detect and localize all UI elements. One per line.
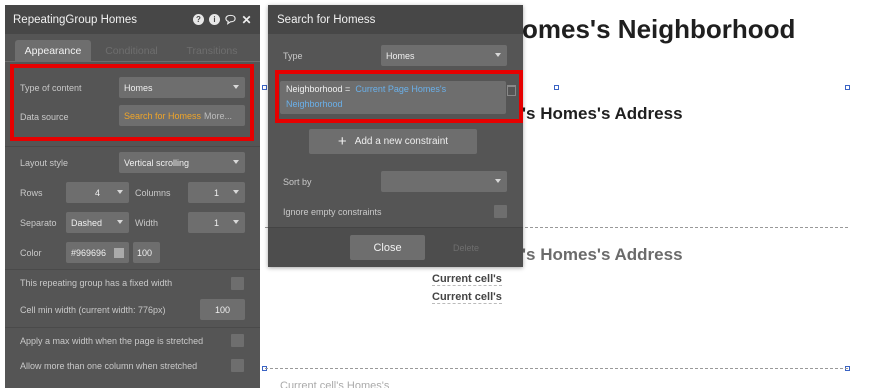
info-icon[interactable]: i [209,14,220,25]
divider [5,146,260,147]
color-value: #969696 [71,247,107,258]
chevron-down-icon [495,53,501,57]
more-columns-checkbox[interactable] [231,359,244,372]
fixed-width-checkbox[interactable] [231,277,244,290]
search-popup-title[interactable]: Search for Homess [268,5,523,34]
page-title-text[interactable]: omes's Neighborhood [522,14,795,45]
rows-label: Rows [20,188,43,198]
comment-icon[interactable] [225,14,236,25]
type-label: Type [283,51,303,61]
color-swatch[interactable] [114,247,125,258]
cell-min-width-input[interactable]: 100 [200,299,245,320]
sort-by-dropdown[interactable] [381,171,507,192]
tab-bar: Appearance Conditional Transitions [5,40,260,62]
resize-handle[interactable] [845,85,850,90]
ignore-empty-label: Ignore empty constraints [283,207,382,217]
chevron-down-icon [117,190,123,194]
popup-footer: Close Delete [268,227,523,267]
cell-text[interactable]: Current cell's Homes's [280,380,389,388]
columns-dropdown[interactable]: 1 [188,182,245,203]
chevron-down-icon [233,160,239,164]
cell-text[interactable]: Current cell's [432,291,502,304]
search-type-value: Homes [386,50,415,61]
address-text[interactable]: 's Homes's Address [522,104,683,124]
highlight-box [275,70,523,123]
width-label: Width [135,218,159,228]
help-icon[interactable]: ? [193,14,204,25]
tab-conditional[interactable]: Conditional [104,40,159,62]
layout-style-label: Layout style [20,158,69,168]
divider [5,61,260,62]
rows-value: 4 [94,187,100,198]
color-picker[interactable]: #969696 [66,242,129,263]
separator-dropdown[interactable]: Dashed [66,212,129,233]
chevron-down-icon [117,220,123,224]
separator-label: Separato [20,218,57,228]
chevron-down-icon [233,220,239,224]
delete-button[interactable]: Delete [440,235,492,260]
fixed-width-label: This repeating group has a fixed width [20,278,173,288]
columns-label: Columns [135,188,171,198]
close-button[interactable]: Close [350,235,425,260]
ignore-empty-checkbox[interactable] [494,205,507,218]
highlight-box [10,64,254,141]
chevron-down-icon [233,190,239,194]
search-popup: Search for Homess Type Homes Neighborhoo… [268,5,523,267]
columns-value: 1 [213,187,219,198]
property-editor-panel: RepeatingGroup Homes ? i ✕ Appearance Co… [5,5,260,388]
divider [5,327,260,328]
tab-appearance[interactable]: Appearance [15,40,91,62]
property-editor-title: RepeatingGroup Homes [13,13,138,26]
width-dropdown[interactable]: 1 [188,212,245,233]
plus-icon: + [337,133,347,150]
close-icon[interactable]: ✕ [241,13,252,27]
rows-dropdown[interactable]: 4 [66,182,129,203]
add-constraint-label: Add a new constraint [354,136,449,147]
address-text[interactable]: 's Homes's Address [522,245,683,265]
max-width-checkbox[interactable] [231,334,244,347]
resize-handle[interactable] [554,85,559,90]
resize-handle[interactable] [262,85,267,90]
cell-min-width-label: Cell min width (current width: 776px) [20,305,166,315]
search-type-dropdown[interactable]: Homes [381,45,507,66]
width-value: 1 [213,217,219,228]
separator-value: Dashed [71,217,103,228]
opacity-input[interactable]: 100 [133,242,160,263]
max-width-label: Apply a max width when the page is stret… [20,336,204,346]
cell-separator [265,368,848,369]
chevron-down-icon [495,179,501,183]
add-constraint-button[interactable]: + Add a new constraint [309,129,477,154]
layout-style-value: Vertical scrolling [124,157,190,168]
property-editor-header[interactable]: RepeatingGroup Homes ? i ✕ [5,5,260,34]
sort-by-label: Sort by [283,177,312,187]
tab-transitions[interactable]: Transitions [183,40,241,62]
more-columns-label: Allow more than one column when stretche… [20,361,198,371]
color-label: Color [20,248,42,258]
layout-style-dropdown[interactable]: Vertical scrolling [119,152,245,173]
divider [5,269,260,270]
cell-text[interactable]: Current cell's [432,273,502,286]
